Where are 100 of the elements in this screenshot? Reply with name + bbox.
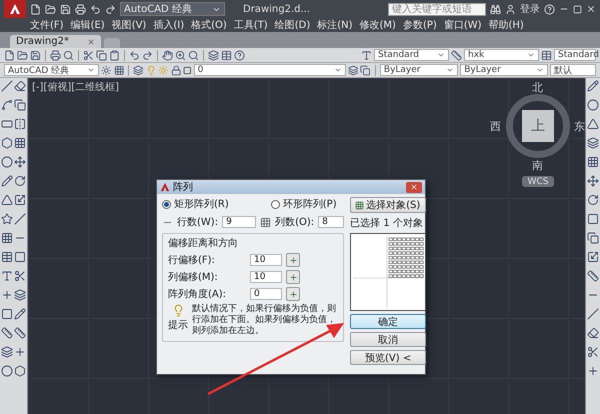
text-style-icon[interactable] (361, 50, 372, 60)
array-type-radio[interactable]: 矩形阵列(R) (162, 197, 229, 211)
pencil-icon[interactable] (1, 175, 13, 187)
copy-icon[interactable] (96, 50, 107, 60)
scale-icon[interactable] (587, 251, 599, 263)
table-icon[interactable] (1, 251, 13, 263)
menu-item[interactable]: 标注(N) (317, 18, 353, 32)
menu-item[interactable]: 帮助(H) (488, 18, 524, 32)
layers-icon[interactable] (1, 346, 13, 358)
lock-icon[interactable] (170, 64, 182, 76)
triangle-icon[interactable] (1, 194, 13, 206)
line-icon[interactable] (587, 308, 599, 320)
undo-icon[interactable] (90, 4, 101, 14)
pan-icon[interactable] (162, 50, 173, 60)
print-icon[interactable] (50, 50, 61, 60)
dialog-button[interactable]: 预览(V) < (350, 350, 426, 365)
rotate-icon[interactable] (14, 175, 26, 187)
close-icon[interactable] (86, 38, 95, 46)
ellipse-icon[interactable] (1, 365, 13, 377)
ruler-icon[interactable] (587, 270, 599, 282)
table-style-icon[interactable] (541, 50, 552, 60)
menu-item[interactable]: 视图(V) (112, 18, 146, 32)
color-dropdown[interactable]: ByLayer (380, 64, 458, 76)
layers-icon[interactable] (587, 137, 599, 149)
pick-point-button[interactable] (286, 253, 300, 267)
scissors-icon[interactable] (587, 346, 599, 358)
menu-item[interactable]: 窗口(W) (444, 18, 482, 32)
offset-input[interactable]: 10 (250, 271, 282, 283)
zoom-icon[interactable] (175, 50, 186, 60)
pencil-icon[interactable] (587, 80, 599, 92)
offset-input[interactable]: 10 (250, 254, 282, 266)
copy-icon[interactable] (14, 99, 26, 111)
menu-item[interactable]: 文件(F) (30, 18, 64, 32)
triangle-icon[interactable] (587, 118, 599, 130)
menu-item[interactable]: 编辑(E) (70, 18, 105, 32)
star-icon[interactable] (1, 213, 13, 225)
dialog-button[interactable]: 确定 (350, 314, 426, 329)
zoom-window-icon[interactable] (188, 50, 199, 60)
curve-icon[interactable] (1, 99, 13, 111)
menu-item[interactable]: 插入(I) (153, 18, 184, 32)
edit-icon[interactable] (14, 308, 26, 320)
eraser-icon[interactable] (587, 327, 599, 339)
plus-icon[interactable] (587, 365, 599, 377)
columns-input[interactable]: 8 (318, 216, 344, 228)
ucs-menu-button[interactable]: WCS (522, 176, 554, 187)
square-icon[interactable] (587, 213, 599, 225)
text-style-dropdown[interactable]: Standard (374, 49, 449, 61)
menu-item[interactable]: 修改(M) (360, 18, 396, 32)
offset-input[interactable]: 0 (250, 288, 282, 300)
user-icon[interactable] (505, 4, 516, 14)
rotate-icon[interactable] (587, 194, 599, 206)
text-icon[interactable] (1, 270, 13, 282)
menu-item[interactable]: 格式(O) (191, 18, 227, 32)
redo-icon[interactable] (105, 4, 116, 14)
rows-input[interactable]: 9 (222, 216, 256, 228)
pick-point-button[interactable] (286, 270, 300, 284)
binoculars-icon[interactable] (490, 4, 501, 14)
viewport-label[interactable]: [-][俯视][二维线框] (32, 80, 120, 94)
layer-dropdown[interactable]: 0 (194, 64, 346, 76)
dimension-style-icon[interactable] (451, 50, 462, 60)
login-link[interactable]: 登录 (520, 2, 540, 16)
pick-point-button[interactable] (286, 287, 300, 301)
line-icon[interactable] (1, 80, 13, 92)
save-icon[interactable] (30, 50, 41, 60)
dimension-style-dropdown[interactable]: hxk (464, 49, 539, 61)
help-icon[interactable] (234, 50, 245, 60)
print-icon[interactable] (75, 4, 86, 14)
array-icon[interactable] (587, 156, 599, 168)
menu-item[interactable]: 参数(P) (402, 18, 437, 32)
select-objects-button[interactable]: 选择对象(S) (350, 197, 426, 213)
move-icon[interactable] (14, 156, 26, 168)
circle-icon[interactable] (1, 156, 13, 168)
array-type-radio[interactable]: 环形阵列(P) (270, 197, 337, 211)
viewcube-face[interactable]: 上 (522, 110, 554, 142)
cut-icon[interactable] (83, 50, 94, 60)
ruler-icon[interactable] (1, 327, 13, 339)
workspace-dropdown[interactable]: AutoCAD 经典 (120, 2, 225, 16)
menu-item[interactable]: 绘图(D) (274, 18, 310, 32)
eraser-icon[interactable] (14, 80, 26, 92)
new-file-icon[interactable] (4, 50, 15, 60)
color-square-icon[interactable] (183, 66, 192, 74)
maximize-icon[interactable] (573, 4, 582, 14)
hexagon-icon[interactable] (1, 137, 13, 149)
move-icon[interactable] (587, 175, 599, 187)
array-icon[interactable] (14, 137, 26, 149)
scale-icon[interactable] (14, 194, 26, 206)
layers-icon[interactable] (133, 64, 144, 76)
rectangle-icon[interactable] (1, 118, 13, 130)
close-button[interactable] (406, 182, 422, 192)
table-icon[interactable] (221, 50, 232, 60)
hatch-grid-icon[interactable] (1, 232, 13, 244)
undo-icon[interactable] (129, 50, 140, 60)
table-style-dropdown[interactable]: Standard (554, 49, 596, 61)
redo-icon[interactable] (142, 50, 153, 60)
app-logo[interactable] (4, 0, 26, 18)
workspace-dropdown[interactable]: AutoCAD 经典 (4, 64, 100, 76)
dialog-button[interactable]: 取消 (350, 332, 426, 347)
menu-item[interactable]: 工具(T) (234, 18, 268, 32)
close-icon[interactable] (586, 4, 596, 14)
circle-icon[interactable] (587, 99, 599, 111)
